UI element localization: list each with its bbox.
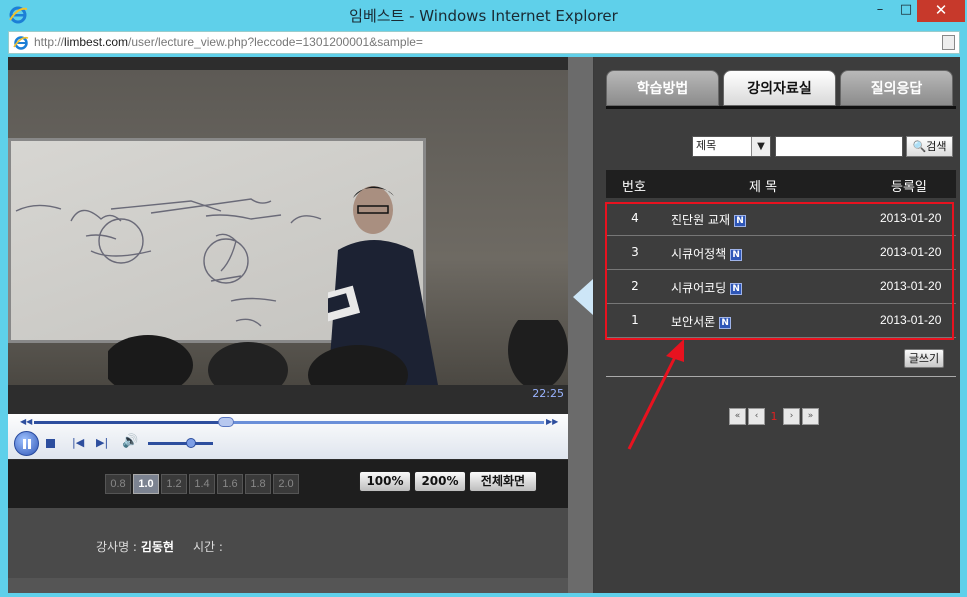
pagination: « ‹ 1 › » <box>729 408 819 425</box>
lecture-info: 강사명 : 김동현 시간 : <box>8 508 568 578</box>
first-page-button[interactable]: « <box>729 408 746 425</box>
player-control-bar: ◀◀ ▶▶ |◀ ▶| 🔊 <box>8 414 568 459</box>
ie-page-icon <box>13 36 29 50</box>
time-label: 시간 : <box>193 540 223 554</box>
search-button[interactable]: 🔍검색 <box>906 136 953 157</box>
separator <box>606 376 956 377</box>
side-panel: 학습방법 강의자료실 질의응답 제목 ▼ 🔍검색 번호 제 목 등록일 4 진단원 교… <box>594 57 960 593</box>
header-date: 등록일 <box>891 180 927 195</box>
speed-option[interactable]: 1.8 <box>245 474 271 494</box>
seek-back-icon[interactable]: ◀◀ <box>20 417 32 426</box>
header-title: 제 목 <box>749 180 778 195</box>
speed-option[interactable]: 1.0 <box>133 474 159 494</box>
page-content: 22:25 ◀◀ ▶▶ |◀ ▶| 🔊 0.8 1.0 1.2 1.4 1.6 1.8 2.… <box>8 57 960 593</box>
tab-0[interactable]: 학습방법 <box>606 70 719 106</box>
video-timestamp: 22:25 <box>532 387 564 400</box>
chevron-down-icon[interactable]: ▼ <box>751 137 770 156</box>
speed-option[interactable]: 1.2 <box>161 474 187 494</box>
search-field-select[interactable]: 제목 ▼ <box>692 136 771 157</box>
address-bar[interactable]: http://limbest.com/user/lecture_view.php… <box>8 31 960 54</box>
tab-1[interactable]: 강의자료실 <box>723 70 836 106</box>
search-input[interactable] <box>775 136 903 157</box>
instructor-name: 김동현 <box>140 540 174 554</box>
student-heads <box>108 320 568 385</box>
compat-view-icon[interactable] <box>942 35 955 50</box>
table-header: 번호 제 목 등록일 <box>606 170 956 198</box>
panel-divider <box>568 57 593 593</box>
url-prefix: http:// <box>34 35 65 49</box>
speed-options: 0.8 1.0 1.2 1.4 1.6 1.8 2.0 <box>105 474 299 494</box>
video-player: 22:25 ◀◀ ▶▶ |◀ ▶| 🔊 0.8 1.0 1.2 1.4 1.6 1.8 2.… <box>8 57 568 593</box>
panel-tabs: 학습방법 강의자료실 질의응답 <box>606 70 953 106</box>
speed-option[interactable]: 1.6 <box>217 474 243 494</box>
speed-option[interactable]: 1.4 <box>189 474 215 494</box>
url-text: http://limbest.com/user/lecture_view.php… <box>34 35 423 49</box>
speed-option[interactable]: 0.8 <box>105 474 131 494</box>
lecture-info-text: 강사명 : 김동현 시간 : <box>96 538 223 555</box>
stop-button[interactable] <box>46 439 55 448</box>
zoom-200-button[interactable]: 200% <box>414 471 466 492</box>
zoom-100-button[interactable]: 100% <box>359 471 411 492</box>
window-title: 임베스트 - Windows Internet Explorer <box>349 7 618 25</box>
seek-forward-icon[interactable]: ▶▶ <box>546 417 558 426</box>
video-frame[interactable] <box>8 70 568 385</box>
search-button-label: 검색 <box>926 140 947 153</box>
speed-bar: 0.8 1.0 1.2 1.4 1.6 1.8 2.0 100% 200% 전체화면 <box>8 460 568 508</box>
write-button[interactable]: 글쓰기 <box>904 349 944 368</box>
header-number: 번호 <box>622 180 646 195</box>
current-page[interactable]: 1 <box>767 410 781 423</box>
fullscreen-button[interactable]: 전체화면 <box>469 471 537 492</box>
seek-progress <box>34 421 224 424</box>
volume-track[interactable] <box>148 442 213 445</box>
close-button[interactable]: ✕ <box>917 0 965 22</box>
instructor-label: 강사명 : <box>96 540 137 554</box>
title-bar: 임베스트 - Windows Internet Explorer – □ ✕ <box>0 0 967 30</box>
url-domain: limbest.com <box>64 35 129 49</box>
search-select-value: 제목 <box>696 139 717 152</box>
player-footer <box>8 578 568 593</box>
next-track-icon[interactable]: ▶| <box>96 436 108 449</box>
tab-underline <box>606 106 956 109</box>
next-page-button[interactable]: › <box>783 408 800 425</box>
tab-2[interactable]: 질의응답 <box>840 70 953 106</box>
volume-icon[interactable]: 🔊 <box>122 434 138 449</box>
maximize-button[interactable]: □ <box>892 0 920 22</box>
volume-handle[interactable] <box>186 438 196 448</box>
prev-page-button[interactable]: ‹ <box>748 408 765 425</box>
seek-handle[interactable] <box>218 417 234 427</box>
collapse-panel-icon[interactable] <box>573 279 593 315</box>
url-path: /user/lecture_view.php?leccode=130120000… <box>128 35 423 49</box>
annotation-highlight-box <box>605 202 954 340</box>
last-page-button[interactable]: » <box>802 408 819 425</box>
previous-track-icon[interactable]: |◀ <box>72 436 84 449</box>
minimize-button[interactable]: – <box>866 0 894 22</box>
speed-option[interactable]: 2.0 <box>273 474 299 494</box>
pause-button[interactable] <box>14 431 39 456</box>
